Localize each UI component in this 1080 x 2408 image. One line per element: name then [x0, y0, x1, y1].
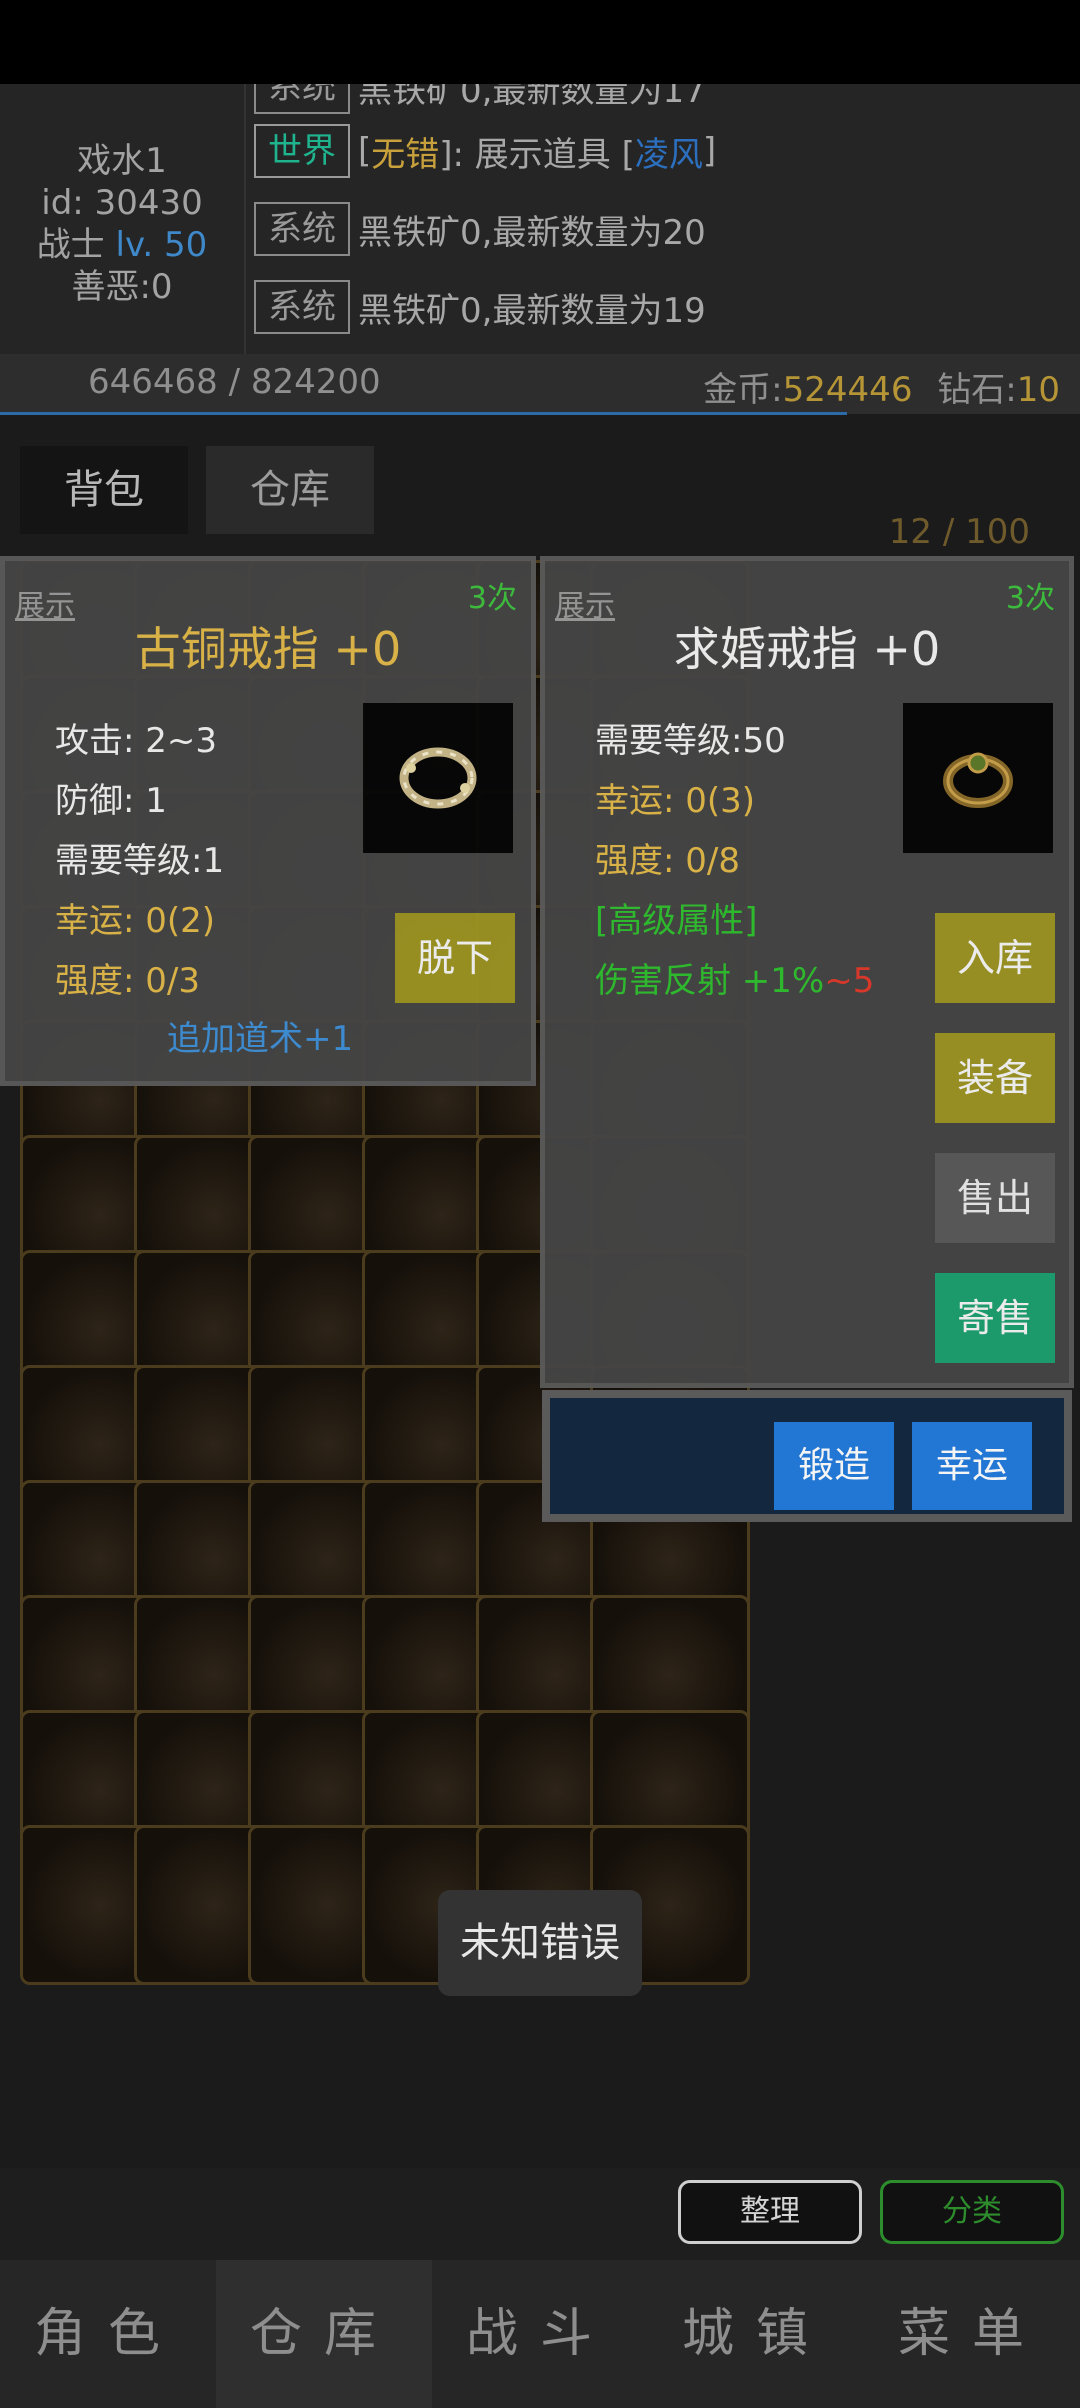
item-advanced-header: [高级属性]: [595, 901, 758, 941]
ring-icon: [399, 747, 477, 809]
classify-button[interactable]: 分类: [880, 2180, 1064, 2244]
chat-message: 系统 黑铁矿0,最新数量为17: [254, 84, 706, 116]
item-defense: 防御: 1: [55, 781, 167, 821]
item-level-req: 需要等级:1: [55, 841, 225, 881]
item-level-req: 需要等级:50: [595, 721, 786, 761]
item-title: 古铜戒指 +0: [134, 622, 402, 676]
exp-progress-bar: [0, 412, 847, 415]
item-luck: 幸运: 0(2): [55, 901, 216, 941]
sort-button[interactable]: 整理: [678, 2180, 862, 2244]
showcase-times: 3次: [467, 581, 517, 616]
item-reflect: 伤害反射 +1%~5: [595, 961, 875, 1001]
currency: 金币:524446 钻石:10: [703, 370, 1060, 410]
ring-icon: [943, 752, 1013, 808]
chat-text: 黑铁矿0,最新数量为20: [358, 212, 706, 253]
item-bonus: 追加道术+1: [167, 1019, 354, 1059]
tab-warehouse[interactable]: 仓库: [206, 446, 374, 534]
item-strength: 强度: 0/3: [55, 961, 200, 1001]
character-id: id: 30430: [41, 183, 203, 223]
nav-role[interactable]: 角色: [0, 2260, 216, 2408]
bag-capacity: 12 / 100: [888, 512, 1030, 552]
equip-button[interactable]: 装备: [935, 1033, 1055, 1123]
character-class-level: 战士 lv. 50: [0, 224, 244, 266]
chat-message: 世界[无错]: 展示道具 [凌风]: [254, 122, 716, 180]
nav-town[interactable]: 城镇: [648, 2260, 864, 2408]
sell-button[interactable]: 售出: [935, 1153, 1055, 1243]
bottom-nav: 角色 仓库 战斗 城镇 菜单: [0, 2260, 1080, 2408]
store-button[interactable]: 入库: [935, 913, 1055, 1003]
status-bar: [0, 0, 1080, 84]
chat-tag-world: 世界: [254, 124, 350, 178]
consign-button[interactable]: 寄售: [935, 1273, 1055, 1363]
item-image: [903, 703, 1053, 853]
chat-item-link[interactable]: 凌风: [635, 127, 703, 176]
chat-tag-system: 系统: [254, 280, 350, 334]
chat-player-name[interactable]: 无错: [371, 127, 439, 176]
exp-text: 646468 / 824200: [88, 362, 381, 402]
diamond-value: 10: [1016, 370, 1060, 410]
character-karma: 善恶:0: [71, 267, 173, 307]
chat-tag-system: 系统: [254, 202, 350, 256]
item-attack: 攻击: 2~3: [55, 721, 218, 761]
stats-row: 646468 / 824200 金币:524446 钻石:10: [0, 354, 1080, 414]
character-name: 戏水1: [77, 141, 167, 181]
forge-button[interactable]: 锻造: [774, 1422, 894, 1510]
item-image: [363, 703, 513, 853]
equipped-item-panel: 展示 3次 古铜戒指 +0 攻击: 2~3 防御: 1 需要等级:1 幸运: 0…: [0, 556, 536, 1086]
tab-bag[interactable]: 背包: [20, 446, 188, 534]
chat-text: 黑铁矿0,最新数量为17: [358, 84, 706, 111]
chat-log[interactable]: 系统 黑铁矿0,最新数量为17 世界[无错]: 展示道具 [凌风] 系统 黑铁矿0,…: [252, 84, 1080, 354]
chat-tag-system: 系统: [254, 84, 350, 114]
chat-text: 黑铁矿0,最新数量为19: [358, 290, 706, 331]
chat-message: 系统 黑铁矿0,最新数量为19: [254, 278, 706, 336]
item-strength: 强度: 0/8: [595, 841, 740, 881]
showcase-times: 3次: [1005, 581, 1055, 616]
item-luck: 幸运: 0(3): [595, 781, 756, 821]
forge-bar: 锻造 幸运: [542, 1390, 1072, 1522]
action-bar: 整理 分类: [0, 2168, 1080, 2260]
toast-message: 未知错误: [438, 1890, 642, 1996]
character-info: 戏水1 id: 30430 战士 lv. 50 善恶:0: [0, 84, 246, 354]
character-class: 战士: [36, 225, 105, 265]
bag-item-panel: 展示 3次 求婚戒指 +0 需要等级:50 幸运: 0(3) 强度: 0/8 […: [540, 556, 1074, 1388]
luck-button[interactable]: 幸运: [912, 1422, 1032, 1510]
nav-warehouse[interactable]: 仓库: [216, 2260, 432, 2408]
gold-value: 524446: [782, 370, 913, 410]
nav-battle[interactable]: 战斗: [432, 2260, 648, 2408]
character-level: lv. 50: [115, 225, 208, 265]
nav-menu[interactable]: 菜单: [864, 2260, 1080, 2408]
item-title: 求婚戒指 +0: [673, 622, 941, 676]
chat-message: 系统 黑铁矿0,最新数量为20: [254, 200, 706, 258]
unequip-button[interactable]: 脱下: [395, 913, 515, 1003]
